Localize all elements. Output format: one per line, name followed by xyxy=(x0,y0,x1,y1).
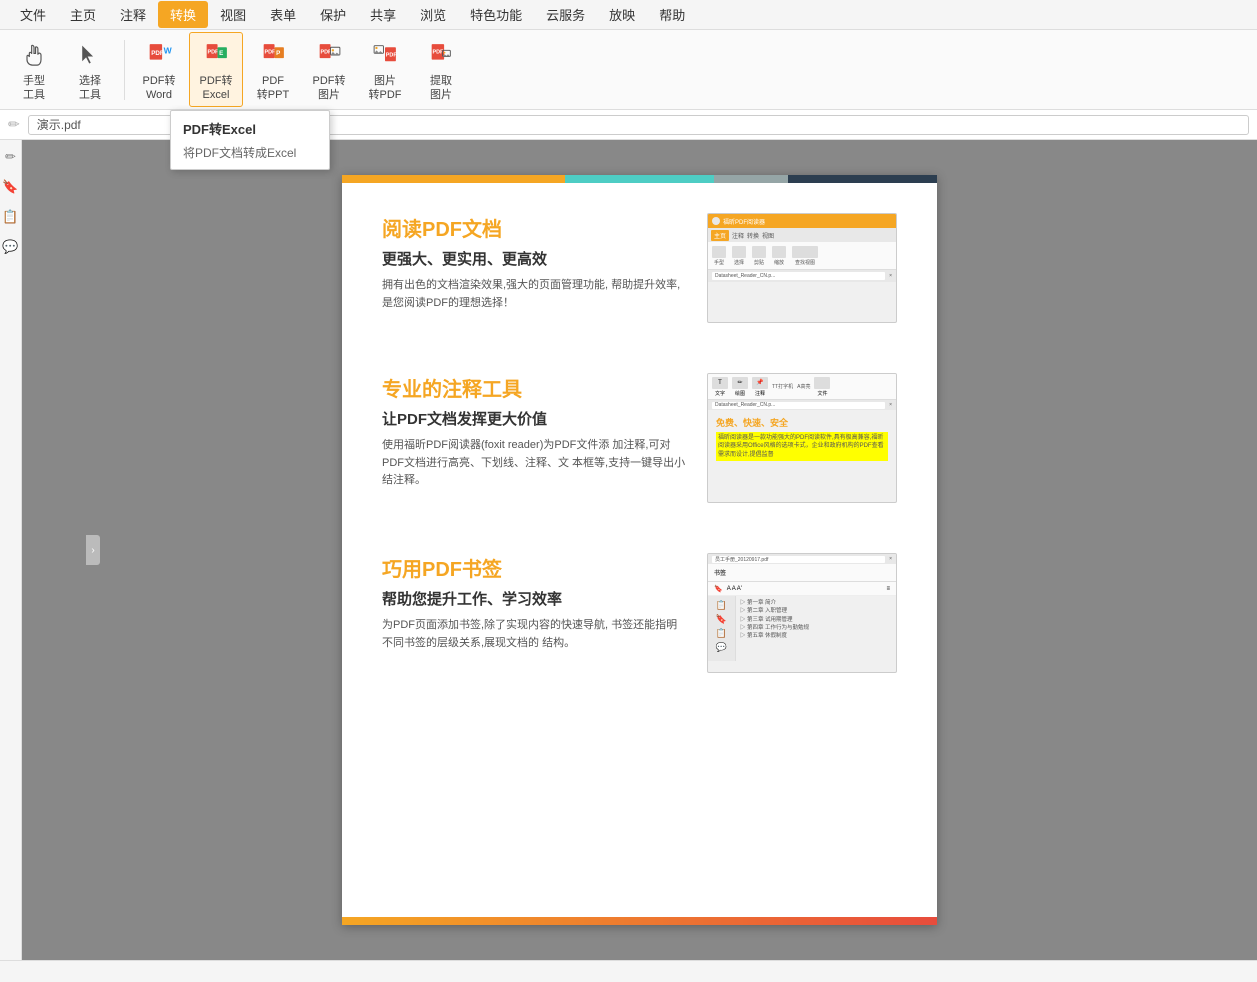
image-to-pdf-label: 图片转PDF xyxy=(369,75,402,101)
pdf-to-image-icon: PDF xyxy=(311,37,347,73)
top-bar-orange xyxy=(342,175,565,183)
pdf-to-excel-icon: PDF E xyxy=(198,37,234,73)
select-tool-icon xyxy=(72,37,108,73)
select-tool-btn[interactable]: 选择工具 xyxy=(64,33,116,105)
menu-browse[interactable]: 浏览 xyxy=(408,1,458,28)
pdf-to-word-btn[interactable]: PDF W PDF转Word xyxy=(133,33,185,105)
pdf-content: 阅读PDF文档 更强大、更实用、更高效 拥有出色的文档渲染效果,强大的页面管理功… xyxy=(342,183,937,753)
pdf-section-bookmark-title: 巧用PDF书签 xyxy=(382,553,687,582)
pdf-section-read: 阅读PDF文档 更强大、更实用、更高效 拥有出色的文档渲染效果,强大的页面管理功… xyxy=(382,213,897,323)
hand-tool-icon xyxy=(16,37,52,73)
svg-text:E: E xyxy=(219,50,223,57)
pdf-top-bar xyxy=(342,175,937,183)
hand-tool-label: 手型工具 xyxy=(23,75,45,101)
pencil-icon: ✏ xyxy=(8,116,20,133)
sidebar-pencil-icon[interactable]: ✏ xyxy=(2,148,20,166)
pdf-to-ppt-btn[interactable]: PDF P PDF转PPT xyxy=(247,33,299,105)
pdf-section-read-text: 拥有出色的文档渲染效果,强大的页面管理功能, 帮助提升效率,是您阅读PDF的理想… xyxy=(382,277,687,312)
svg-text:PDF: PDF xyxy=(264,50,276,56)
top-bar-gray xyxy=(714,175,788,183)
menu-protect[interactable]: 保护 xyxy=(308,1,358,28)
pdf-to-excel-label: PDF转Excel xyxy=(200,75,233,101)
pdf-section-bookmark: 巧用PDF书签 帮助您提升工作、学习效率 为PDF页面添加书签,除了实现内容的快… xyxy=(382,553,897,673)
left-sidebar: ✏ 🔖 📋 💬 xyxy=(0,140,22,960)
pdf-section-annotate-subtitle: 让PDF文档发挥更大价值 xyxy=(382,408,687,429)
pdf-to-image-btn[interactable]: PDF PDF转图片 xyxy=(303,33,355,105)
top-bar-teal xyxy=(565,175,714,183)
svg-text:P: P xyxy=(276,50,280,57)
menu-view[interactable]: 视图 xyxy=(208,1,258,28)
pdf-section-bookmark-subtitle: 帮助您提升工作、学习效率 xyxy=(382,588,687,609)
status-bar xyxy=(0,960,1257,982)
svg-text:PDF: PDF xyxy=(207,50,219,56)
pdf-page: 阅读PDF文档 更强大、更实用、更高效 拥有出色的文档渲染效果,强大的页面管理功… xyxy=(342,175,937,925)
mini-ui-1-title: 福昕PDF阅读器 xyxy=(723,217,765,226)
main-layout: ✏ 🔖 📋 💬 › 阅读PDF文档 更强大、更实用、更高效 xyxy=(0,140,1257,960)
menu-form[interactable]: 表单 xyxy=(258,1,308,28)
pdf-to-ppt-label: PDF转PPT xyxy=(257,75,289,101)
menu-cloud[interactable]: 云服务 xyxy=(534,1,597,28)
collapse-button[interactable]: › xyxy=(86,535,100,565)
svg-text:PDF: PDF xyxy=(386,53,398,59)
menu-features[interactable]: 特色功能 xyxy=(458,1,534,28)
svg-text:PDF: PDF xyxy=(151,50,164,57)
extract-image-icon: PDF xyxy=(423,37,459,73)
pdf-section-bookmark-text: 为PDF页面添加书签,除了实现内容的快速导航, 书签还能指明不同书签的层级关系,… xyxy=(382,617,687,652)
extract-image-label: 提取图片 xyxy=(430,75,452,101)
pdf-section-read-subtitle: 更强大、更实用、更高效 xyxy=(382,248,687,269)
menu-convert[interactable]: 转换 xyxy=(158,1,208,28)
pdf-to-image-label: PDF转图片 xyxy=(313,75,346,101)
sidebar-bookmark-icon[interactable]: 🔖 xyxy=(2,178,20,196)
image-to-pdf-icon: PDF xyxy=(367,37,403,73)
menu-bar: 文件 主页 注释 转换 视图 表单 保护 共享 浏览 特色功能 云服务 放映 帮… xyxy=(0,0,1257,30)
toolbar-divider-1 xyxy=(124,40,125,100)
menu-annotate[interactable]: 注释 xyxy=(108,1,158,28)
dropdown-menu: PDF转Excel 将PDF文档转成Excel xyxy=(170,110,330,170)
menu-file[interactable]: 文件 xyxy=(8,1,58,28)
top-bar-darkblue xyxy=(788,175,937,183)
svg-text:W: W xyxy=(164,46,173,56)
menu-help[interactable]: 帮助 xyxy=(647,1,697,28)
pdf-to-word-label: PDF转Word xyxy=(143,75,176,101)
toolbar: 手型工具 选择工具 PDF W PDF转Word PDF E xyxy=(0,30,1257,110)
pdf-to-excel-btn[interactable]: PDF E PDF转Excel xyxy=(189,32,243,106)
pdf-to-ppt-icon: PDF P xyxy=(255,37,291,73)
menu-share[interactable]: 共享 xyxy=(358,1,408,28)
pdf-bottom-bar xyxy=(342,917,937,925)
content-area: › 阅读PDF文档 更强大、更实用、更高效 拥有出色的文档渲染效果,强大的页面管… xyxy=(22,140,1257,960)
pdf-section-annotate-title: 专业的注释工具 xyxy=(382,373,687,402)
dropdown-description: 将PDF文档转成Excel xyxy=(171,142,329,169)
pdf-section-read-title: 阅读PDF文档 xyxy=(382,213,687,242)
extract-image-btn[interactable]: PDF 提取图片 xyxy=(415,33,467,105)
sidebar-pages-icon[interactable]: 📋 xyxy=(2,208,20,226)
image-to-pdf-btn[interactable]: PDF 图片转PDF xyxy=(359,33,411,105)
select-tool-label: 选择工具 xyxy=(79,75,101,101)
pdf-to-word-icon: PDF W xyxy=(141,37,177,73)
sidebar-comment-icon[interactable]: 💬 xyxy=(2,238,20,256)
menu-home[interactable]: 主页 xyxy=(58,1,108,28)
pdf-section-annotate-text: 使用福昕PDF阅读器(foxit reader)为PDF文件添 加注释,可对PD… xyxy=(382,437,687,490)
dropdown-title: PDF转Excel xyxy=(171,111,329,142)
pdf-section-annotate: 专业的注释工具 让PDF文档发挥更大价值 使用福昕PDF阅读器(foxit re… xyxy=(382,373,897,503)
menu-present[interactable]: 放映 xyxy=(597,1,647,28)
hand-tool-btn[interactable]: 手型工具 xyxy=(8,33,60,105)
